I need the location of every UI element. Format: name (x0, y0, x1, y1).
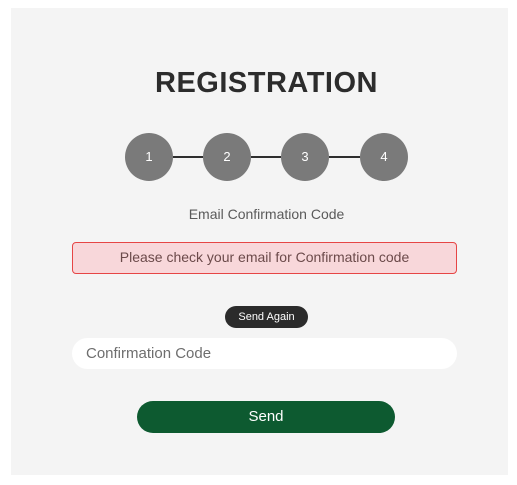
step-2: 2 (203, 133, 251, 181)
page-title: REGISTRATION (155, 67, 378, 99)
send-again-button[interactable]: Send Again (225, 306, 308, 328)
step-1: 1 (125, 133, 173, 181)
step-subtitle: Email Confirmation Code (188, 206, 345, 222)
confirmation-code-input[interactable] (72, 338, 457, 369)
alert-message: Please check your email for Confirmation… (72, 242, 457, 274)
step-connector (173, 156, 203, 158)
step-connector (251, 156, 281, 158)
step-connector (329, 156, 360, 158)
step-4: 4 (360, 133, 408, 181)
step-3: 3 (281, 133, 329, 181)
step-indicator: 1 2 3 4 (125, 133, 408, 181)
send-button[interactable]: Send (137, 401, 395, 433)
